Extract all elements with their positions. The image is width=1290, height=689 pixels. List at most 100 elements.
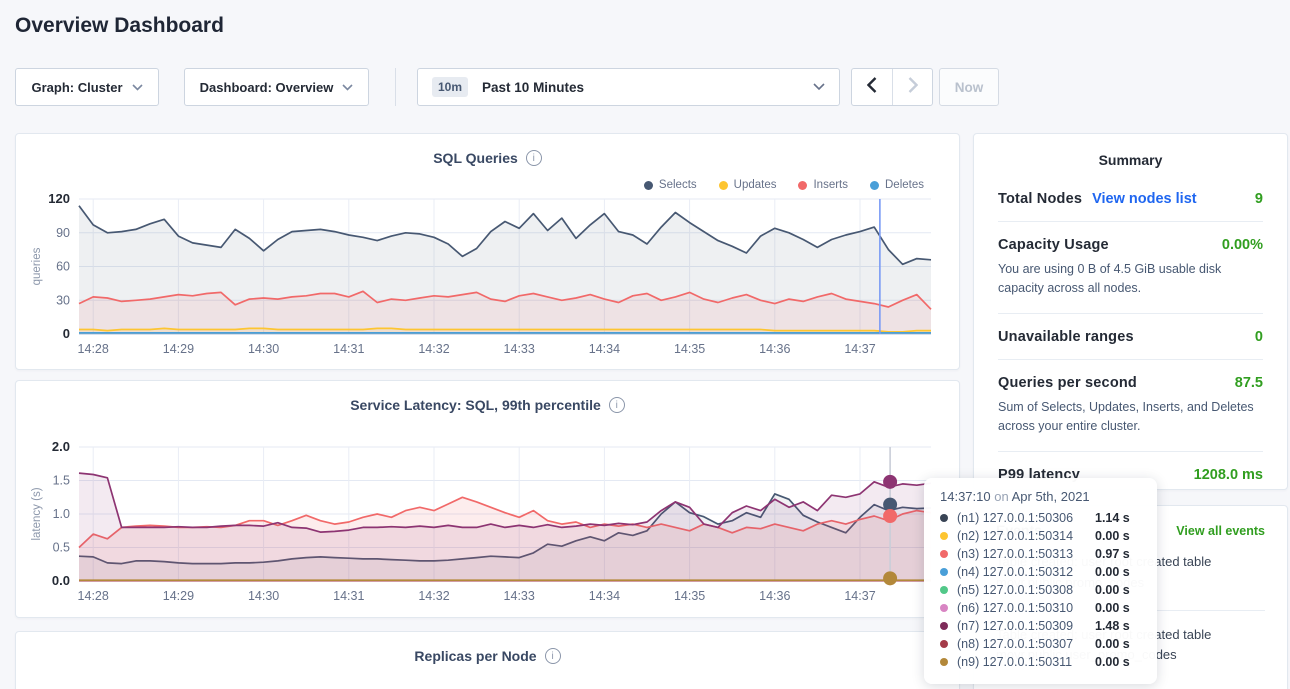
overview-dashboard-page: Overview Dashboard Graph: Cluster Dashbo… <box>0 0 1290 689</box>
tooltip-node-row: (n5) 127.0.0.1:503080.00 s <box>940 581 1141 599</box>
svg-text:60: 60 <box>56 260 70 274</box>
svg-text:1.5: 1.5 <box>53 474 70 488</box>
node-address: (n4) 127.0.0.1:50312 <box>957 565 1095 579</box>
node-color-dot-icon <box>940 586 948 594</box>
node-color-dot-icon <box>940 640 948 648</box>
summary-label: Queries per second <box>998 375 1137 391</box>
time-range-badge: 10m <box>432 77 468 97</box>
node-latency-value: 0.00 s <box>1095 637 1130 651</box>
summary-label: Capacity Usage <box>998 237 1109 253</box>
node-latency-value: 0.00 s <box>1095 565 1130 579</box>
svg-text:14:30: 14:30 <box>248 589 279 603</box>
svg-text:0.5: 0.5 <box>53 541 70 555</box>
summary-description: Sum of Selects, Updates, Inserts, and De… <box>998 398 1263 437</box>
replicas-per-node-chart-card: Replicas per Node i <box>15 631 960 689</box>
svg-text:14:34: 14:34 <box>589 589 620 603</box>
next-range-button[interactable] <box>892 69 932 105</box>
chevron-down-icon <box>342 84 353 91</box>
node-address: (n1) 127.0.0.1:50306 <box>957 511 1095 525</box>
toolbar-divider <box>395 68 396 106</box>
svg-text:0.0: 0.0 <box>52 573 70 588</box>
svg-text:14:30: 14:30 <box>248 342 279 356</box>
node-address: (n8) 127.0.0.1:50307 <box>957 637 1095 651</box>
sql-queries-chart-card: SQL Queries i SelectsUpdatesInsertsDelet… <box>15 133 960 370</box>
svg-text:14:29: 14:29 <box>163 589 194 603</box>
chevron-down-icon <box>132 84 143 91</box>
node-color-dot-icon <box>940 514 948 522</box>
summary-description: You are using 0 B of 4.5 GiB usable disk… <box>998 260 1263 299</box>
summary-value: 1208.0 ms <box>1194 467 1263 483</box>
summary-title: Summary <box>998 152 1263 168</box>
tooltip-node-row: (n1) 127.0.0.1:503061.14 s <box>940 509 1141 527</box>
summary-row: Unavailable ranges 0 <box>998 314 1263 360</box>
info-icon[interactable]: i <box>545 648 561 664</box>
summary-row: Total NodesView nodes list9 <box>998 176 1263 222</box>
svg-text:0: 0 <box>63 326 70 341</box>
chevron-left-icon <box>867 77 877 98</box>
node-latency-value: 1.14 s <box>1095 511 1130 525</box>
svg-text:90: 90 <box>56 226 70 240</box>
svg-text:14:33: 14:33 <box>504 589 535 603</box>
summary-value: 87.5 <box>1235 375 1263 391</box>
dashboard-dropdown-label: Dashboard: Overview <box>200 80 334 95</box>
time-nav-group <box>851 68 933 106</box>
service-latency-chart-card: Service Latency: SQL, 99th percentile i … <box>15 380 960 618</box>
node-address: (n6) 127.0.0.1:50310 <box>957 601 1095 615</box>
svg-text:14:31: 14:31 <box>333 589 364 603</box>
node-address: (n9) 127.0.0.1:50311 <box>957 655 1095 669</box>
sql-queries-chart[interactable]: 030609012014:2814:2914:3014:3114:3214:33… <box>16 134 961 371</box>
graph-dropdown[interactable]: Graph: Cluster <box>15 68 159 106</box>
node-color-dot-icon <box>940 622 948 630</box>
tooltip-node-row: (n8) 127.0.0.1:503070.00 s <box>940 635 1141 653</box>
dashboard-dropdown[interactable]: Dashboard: Overview <box>184 68 369 106</box>
chevron-down-icon <box>813 83 825 91</box>
svg-text:14:34: 14:34 <box>589 342 620 356</box>
chart-title-replicas-per-node: Replicas per Node <box>414 648 536 664</box>
summary-label: Unavailable ranges <box>998 329 1134 345</box>
summary-row: Capacity Usage 0.00% You are using 0 B of … <box>998 222 1263 314</box>
svg-text:1.0: 1.0 <box>53 507 70 521</box>
tooltip-node-row: (n6) 127.0.0.1:503100.00 s <box>940 599 1141 617</box>
svg-text:14:29: 14:29 <box>163 342 194 356</box>
view-all-events-link[interactable]: View all events <box>1176 524 1265 538</box>
node-latency-value: 0.00 s <box>1095 655 1130 669</box>
page-title: Overview Dashboard <box>15 14 224 38</box>
time-range-selector[interactable]: 10m Past 10 Minutes <box>417 68 840 106</box>
node-address: (n3) 127.0.0.1:50313 <box>957 547 1095 561</box>
tooltip-timestamp: 14:37:10 on Apr 5th, 2021 <box>940 489 1141 504</box>
tooltip-node-row: (n3) 127.0.0.1:503130.97 s <box>940 545 1141 563</box>
node-latency-value: 1.48 s <box>1095 619 1130 633</box>
node-latency-value: 0.00 s <box>1095 583 1130 597</box>
node-latency-value: 0.00 s <box>1095 529 1130 543</box>
tooltip-node-row: (n4) 127.0.0.1:503120.00 s <box>940 563 1141 581</box>
svg-text:14:35: 14:35 <box>674 589 705 603</box>
tooltip-node-row: (n9) 127.0.0.1:503110.00 s <box>940 653 1141 671</box>
service-latency-chart[interactable]: 0.00.51.01.52.014:2814:2914:3014:3114:32… <box>16 381 961 619</box>
node-address: (n5) 127.0.0.1:50308 <box>957 583 1095 597</box>
svg-text:14:36: 14:36 <box>759 342 790 356</box>
now-button-label: Now <box>955 80 984 95</box>
summary-value: 0 <box>1255 329 1263 345</box>
time-range-label: Past 10 Minutes <box>482 80 813 95</box>
node-color-dot-icon <box>940 604 948 612</box>
node-color-dot-icon <box>940 550 948 558</box>
summary-value: 0.00% <box>1222 237 1263 253</box>
chevron-right-icon <box>908 77 918 98</box>
svg-text:120: 120 <box>48 191 70 206</box>
svg-text:30: 30 <box>56 293 70 307</box>
tooltip-node-row: (n2) 127.0.0.1:503140.00 s <box>940 527 1141 545</box>
svg-text:14:37: 14:37 <box>844 342 875 356</box>
now-button[interactable]: Now <box>939 68 999 106</box>
view-nodes-list-link[interactable]: View nodes list <box>1092 191 1197 207</box>
node-latency-value: 0.00 s <box>1095 601 1130 615</box>
svg-text:14:37: 14:37 <box>844 589 875 603</box>
svg-text:14:32: 14:32 <box>418 342 449 356</box>
svg-text:14:32: 14:32 <box>418 589 449 603</box>
summary-value: 9 <box>1255 191 1263 207</box>
tooltip-node-row: (n7) 127.0.0.1:503091.48 s <box>940 617 1141 635</box>
graph-dropdown-label: Graph: Cluster <box>31 80 122 95</box>
svg-text:latency (s): latency (s) <box>31 487 43 540</box>
summary-row: Queries per second 87.5 Sum of Selects, Up… <box>998 360 1263 452</box>
svg-text:14:28: 14:28 <box>78 589 109 603</box>
prev-range-button[interactable] <box>852 69 892 105</box>
